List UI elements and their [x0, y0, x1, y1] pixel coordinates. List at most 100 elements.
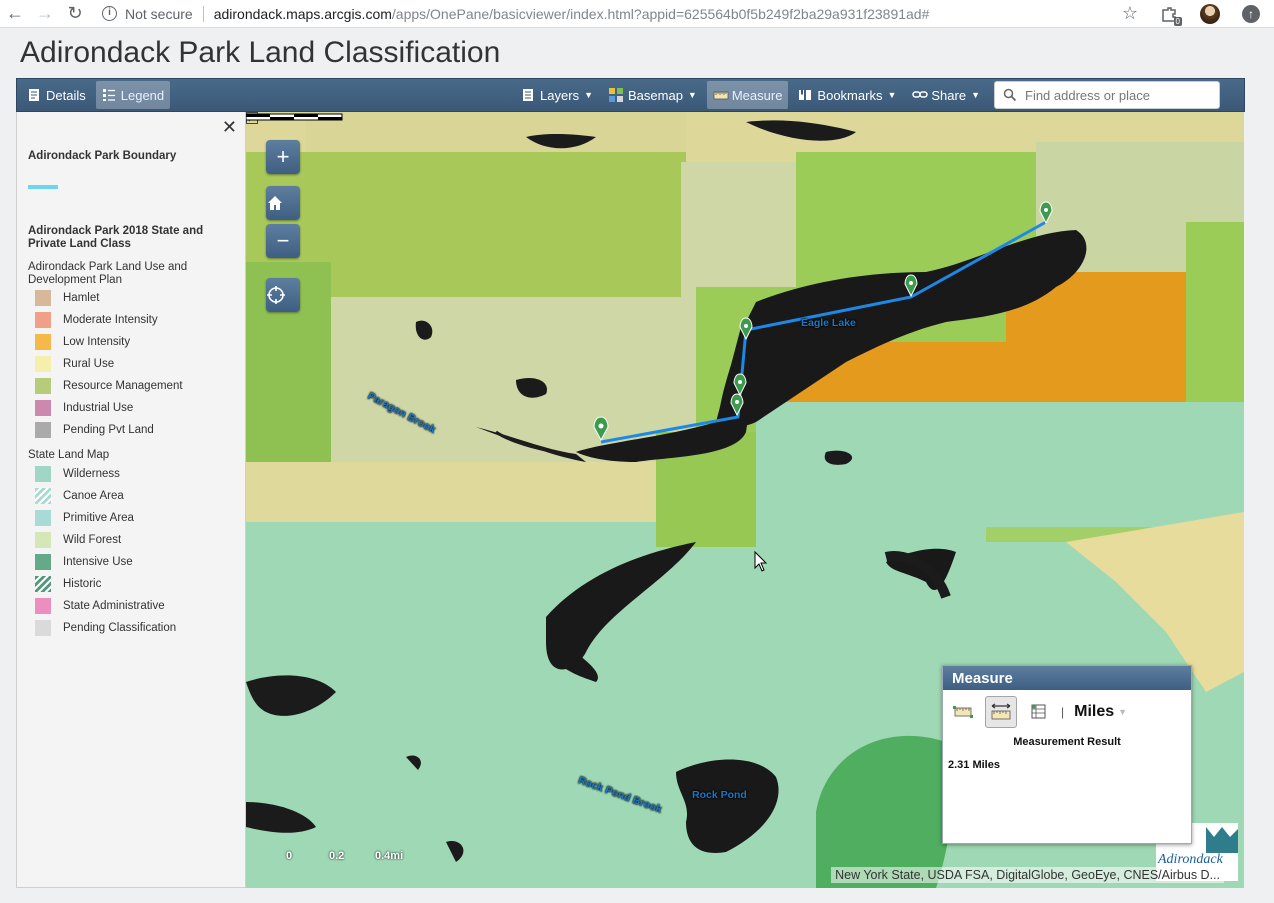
zoom-in-button[interactable]: +	[266, 140, 300, 174]
home-icon	[268, 196, 282, 210]
layers-label: Layers	[540, 87, 580, 103]
legend-swatch	[35, 598, 51, 614]
measure-widget: Measure | Miles ▼ Measurement Result 2.3…	[942, 665, 1192, 844]
legend-item: Moderate Intensity	[35, 312, 158, 328]
measure-tools: | Miles ▼	[949, 696, 1127, 728]
legend-button[interactable]: Legend	[95, 81, 171, 109]
close-icon[interactable]: ✕	[222, 117, 237, 138]
legend-item-label: Low Intensity	[63, 336, 131, 348]
legend-item-label: Wilderness	[63, 468, 120, 480]
legend-item-label: Industrial Use	[63, 402, 134, 414]
legend-item: Historic	[35, 576, 101, 592]
legend-item: Pending Pvt Land	[35, 422, 154, 438]
extension-badge: 0	[1173, 16, 1182, 26]
measure-button[interactable]: Measure	[706, 81, 789, 109]
measure-label: Measure	[731, 87, 783, 103]
legend-item-label: Wild Forest	[63, 534, 122, 546]
scale-label: 0.4mi	[375, 850, 404, 862]
legend-swatch	[35, 378, 51, 394]
address-separator	[202, 5, 204, 22]
legend-list-icon	[102, 88, 116, 102]
map-label-eagle-lake: Eagle Lake	[801, 317, 856, 329]
forward-button[interactable]: →	[30, 3, 60, 24]
measure-result-value: 2.31 Miles	[948, 759, 1000, 771]
legend-item-label: Pending Pvt Land	[63, 424, 154, 436]
bookmarks-button[interactable]: Bookmarks ▼	[792, 81, 902, 109]
home-button[interactable]	[266, 186, 300, 220]
update-icon[interactable]: ↑	[1242, 4, 1260, 23]
legend-item: Intensive Use	[35, 554, 133, 570]
legend-item-label: Hamlet	[63, 292, 100, 304]
legend-swatch	[35, 488, 51, 504]
legend-swatch	[35, 510, 51, 526]
locate-icon	[267, 286, 285, 304]
bookmarks-label: Bookmarks	[817, 87, 883, 103]
search-icon[interactable]	[1003, 88, 1017, 102]
zoom-out-button[interactable]: −	[266, 224, 300, 258]
measure-result-title: Measurement Result	[1013, 736, 1121, 748]
share-button[interactable]: Share ▼	[906, 81, 986, 109]
unit-select[interactable]: Miles ▼	[1074, 703, 1127, 721]
legend-item-label: Primitive Area	[63, 512, 134, 524]
scale-label: 0.2	[329, 850, 345, 862]
legend-swatch	[35, 312, 51, 328]
measure-title: Measure	[943, 666, 1191, 690]
legend-layer-title: Adirondack Park Boundary	[28, 150, 177, 162]
link-icon	[912, 88, 929, 102]
legend-item: Hamlet	[35, 290, 99, 306]
legend-item: Resource Management	[35, 378, 183, 394]
address-bar[interactable]: i Not secure adirondack.maps.arcgis.com /…	[102, 2, 1122, 26]
chevron-down-icon: ▼	[1118, 707, 1128, 717]
area-icon	[953, 706, 973, 718]
tools-separator: |	[1061, 705, 1065, 719]
distance-tool-button[interactable]	[985, 696, 1017, 728]
legend-item-label: Resource Management	[63, 380, 183, 392]
search-box[interactable]	[994, 81, 1220, 109]
location-tool-button[interactable]	[1025, 698, 1053, 726]
info-icon[interactable]: i	[102, 6, 117, 21]
legend-item: Low Intensity	[35, 334, 130, 350]
search-input[interactable]	[1023, 86, 1219, 104]
legend-group-title: Adirondack Park Land Use and Development…	[28, 261, 188, 286]
area-tool-button[interactable]	[949, 698, 977, 726]
basemap-button[interactable]: Basemap ▼	[603, 81, 703, 109]
legend-group-title: State Land Map	[28, 449, 110, 461]
legend-item: Industrial Use	[35, 400, 133, 416]
bookmarks-icon	[798, 88, 812, 102]
details-button[interactable]: Details	[21, 81, 92, 109]
legend-swatch	[35, 400, 51, 416]
legend-item: Rural Use	[35, 356, 114, 372]
url-host: adirondack.maps.arcgis.com	[213, 5, 392, 22]
legend-layer-title: Adirondack Park 2018 State and Private L…	[28, 225, 204, 250]
legend-item-label: Historic	[63, 578, 102, 590]
share-label: Share	[931, 87, 967, 103]
details-icon	[27, 88, 41, 102]
reload-button[interactable]: ↻	[60, 3, 90, 24]
page-title: Adirondack Park Land Classification	[20, 36, 501, 69]
map-attribution: New York State, USDA FSA, DigitalGlobe, …	[831, 867, 1224, 883]
legend-item: Canoe Area	[35, 488, 124, 504]
bookmark-star-icon[interactable]: ☆	[1122, 3, 1138, 24]
extension-icon[interactable]: 0	[1160, 5, 1182, 26]
legend-swatch	[35, 356, 51, 372]
legend-item-label: Pending Classification	[63, 622, 177, 634]
locate-button[interactable]	[266, 278, 300, 312]
legend-swatch	[35, 290, 51, 306]
legend-panel: ✕ Adirondack Park Boundary Adirondack Pa…	[16, 112, 246, 888]
legend-swatch	[35, 576, 51, 592]
legend-item: Wilderness	[35, 466, 120, 482]
chevron-down-icon: ▼	[687, 90, 697, 100]
legend-item-label: Rural Use	[63, 358, 115, 370]
unit-select-value: Miles	[1074, 703, 1115, 720]
distance-icon	[991, 703, 1011, 720]
profile-avatar[interactable]	[1200, 3, 1220, 24]
layers-button[interactable]: Layers ▼	[515, 81, 599, 109]
security-label: Not secure	[125, 5, 193, 22]
back-button[interactable]: ←	[0, 3, 30, 24]
legend-item-label: Intensive Use	[63, 556, 133, 568]
chevron-down-icon: ▼	[887, 90, 897, 100]
legend-item-label: Moderate Intensity	[63, 314, 158, 326]
logo-text: Adirondack	[1157, 852, 1224, 867]
chevron-down-icon: ▼	[971, 90, 980, 100]
basemap-label: Basemap	[628, 87, 683, 103]
